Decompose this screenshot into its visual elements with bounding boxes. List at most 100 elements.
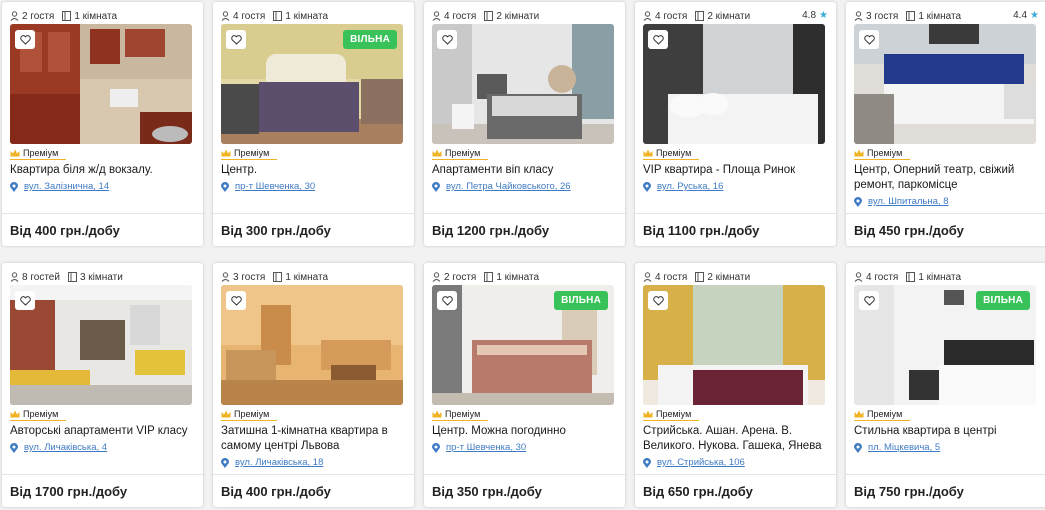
heart-icon (863, 295, 875, 306)
listing-photo[interactable]: ВІЛЬНА (221, 24, 403, 144)
premium-label: Преміум (10, 147, 66, 160)
rooms-count: 1 кімната (918, 271, 962, 283)
listing-photo[interactable] (643, 24, 825, 144)
guests-count: 2 гостя (22, 10, 55, 22)
listing-title[interactable]: Квартира біля ж/д вокзалу. (10, 163, 196, 178)
listing-card[interactable]: 4 гостя 2 кімнати 4.8 ★ Преміум VIP кварт… (635, 2, 836, 246)
listing-address[interactable]: вул. Шпитальна, 8 (854, 196, 948, 207)
listing-price: Від 350 грн./добу (432, 484, 542, 499)
premium-label: Преміум (854, 147, 910, 160)
premium-label: Преміум (643, 408, 699, 421)
listing-address[interactable]: вул. Личаківська, 18 (221, 457, 323, 468)
heart-icon (441, 295, 453, 306)
favorite-button[interactable] (226, 30, 246, 49)
listing-price: Від 400 грн./добу (10, 223, 120, 238)
favorite-button[interactable] (648, 30, 668, 49)
listing-address[interactable]: вул. Петра Чайковського, 26 (432, 181, 571, 192)
listing-title[interactable]: VIP квартира - Площа Ринок (643, 163, 829, 178)
heart-icon (652, 295, 664, 306)
listing-meta: 8 гостей 3 кімнати (10, 271, 195, 283)
person-icon (432, 272, 441, 282)
person-icon (643, 272, 652, 282)
bedroom-photo (432, 24, 614, 144)
listing-photo[interactable] (432, 24, 614, 144)
listing-address[interactable]: вул. Руська, 16 (643, 181, 723, 192)
map-pin-icon (643, 457, 651, 468)
listing-price: Від 750 грн./добу (854, 484, 964, 499)
favorite-button[interactable] (226, 291, 246, 310)
listing-meta: 4 гостя 1 кімната (221, 10, 406, 22)
listing-card[interactable]: 4 гостя 2 кімнати Преміум Стрийська. Аша… (635, 263, 836, 507)
divider (424, 474, 625, 475)
listing-address[interactable]: пр-т Шевченка, 30 (432, 442, 526, 453)
listing-card[interactable]: 2 гостя 1 кімната Преміум Квартира біля … (2, 2, 203, 246)
map-pin-icon (221, 457, 229, 468)
bedroom-photo (643, 285, 825, 405)
listing-card[interactable]: 3 гостя 1 кімната Преміум Затишна 1-кімн… (213, 263, 414, 507)
favorite-button[interactable] (648, 291, 668, 310)
listing-card[interactable]: 4 гостя 1 кімната ВІЛЬНА Преміум Центр. … (213, 2, 414, 246)
room-icon (906, 272, 916, 282)
map-pin-icon (10, 442, 18, 453)
crown-icon (221, 410, 231, 418)
listing-card[interactable]: 4 гостя 2 кімнати Преміум Апартаменти ві… (424, 2, 625, 246)
rating: 4.4 ★ (1013, 10, 1039, 21)
listing-title[interactable]: Центр. Можна погодинно (432, 424, 618, 439)
star-icon: ★ (1030, 10, 1039, 21)
listing-title[interactable]: Центр, Оперний театр, свіжий ремонт, пар… (854, 163, 1040, 193)
rooms-count: 1 кімната (74, 10, 118, 22)
kitchen-photo (10, 24, 192, 144)
listing-title[interactable]: Стрийська. Ашан. Арена. В. Великого. Нук… (643, 424, 829, 454)
listing-meta: 4 гостя 2 кімнати 4.8 ★ (643, 10, 828, 22)
listing-address[interactable]: вул. Личаківська, 4 (10, 442, 107, 453)
heart-icon (863, 34, 875, 45)
room-icon (906, 11, 916, 21)
listing-address[interactable]: пр-т Шевченка, 30 (221, 181, 315, 192)
listing-meta: 3 гостя 1 кімната 4.4 ★ (854, 10, 1039, 22)
listing-photo[interactable] (221, 285, 403, 405)
listing-title[interactable]: Затишна 1-кімнатна квартира в самому цен… (221, 424, 407, 454)
guests-count: 4 гостя (233, 10, 266, 22)
listing-title[interactable]: Апартаменти віп класу (432, 163, 618, 178)
premium-label: Преміум (221, 408, 277, 421)
listing-address[interactable]: вул. Залізнична, 14 (10, 181, 109, 192)
map-pin-icon (221, 181, 229, 192)
favorite-button[interactable] (15, 291, 35, 310)
divider (635, 213, 836, 214)
room-icon (273, 11, 283, 21)
guests-count: 4 гостя (866, 271, 899, 283)
favorite-button[interactable] (15, 30, 35, 49)
listing-price: Від 650 грн./добу (643, 484, 753, 499)
rooms-count: 1 кімната (496, 271, 540, 283)
heart-icon (441, 34, 453, 45)
listing-photo[interactable] (643, 285, 825, 405)
listing-photo[interactable] (854, 24, 1036, 144)
listing-photo[interactable] (10, 285, 192, 405)
room-icon (695, 272, 705, 282)
favorite-button[interactable] (859, 30, 879, 49)
listing-card[interactable]: 3 гостя 1 кімната 4.4 ★ Преміум Центр, Оп… (846, 2, 1045, 246)
person-icon (854, 11, 863, 21)
favorite-button[interactable] (859, 291, 879, 310)
map-pin-icon (10, 181, 18, 192)
listing-title[interactable]: Стильна квартира в центрі (854, 424, 1040, 439)
listing-photo[interactable] (10, 24, 192, 144)
room-icon (273, 272, 283, 282)
map-pin-icon (432, 442, 440, 453)
listing-address[interactable]: пл. Міцкевича, 5 (854, 442, 940, 453)
divider (846, 474, 1045, 475)
listing-title[interactable]: Центр. (221, 163, 407, 178)
listing-meta: 3 гостя 1 кімната (221, 271, 406, 283)
listing-photo[interactable]: ВІЛЬНА (432, 285, 614, 405)
listing-photo[interactable]: ВІЛЬНА (854, 285, 1036, 405)
guests-count: 4 гостя (655, 271, 688, 283)
listing-address[interactable]: вул. Стрийська, 106 (643, 457, 745, 468)
listing-title[interactable]: Авторські апартаменти VIP класу (10, 424, 196, 439)
favorite-button[interactable] (437, 291, 457, 310)
favorite-button[interactable] (437, 30, 457, 49)
map-pin-icon (854, 196, 862, 207)
person-icon (221, 11, 230, 21)
listing-card[interactable]: 8 гостей 3 кімнати Преміум Авторські апа… (2, 263, 203, 507)
listing-card[interactable]: 4 гостя 1 кімната ВІЛЬНА Преміум Стильна… (846, 263, 1045, 507)
listing-card[interactable]: 2 гостя 1 кімната ВІЛЬНА Преміум Центр. … (424, 263, 625, 507)
